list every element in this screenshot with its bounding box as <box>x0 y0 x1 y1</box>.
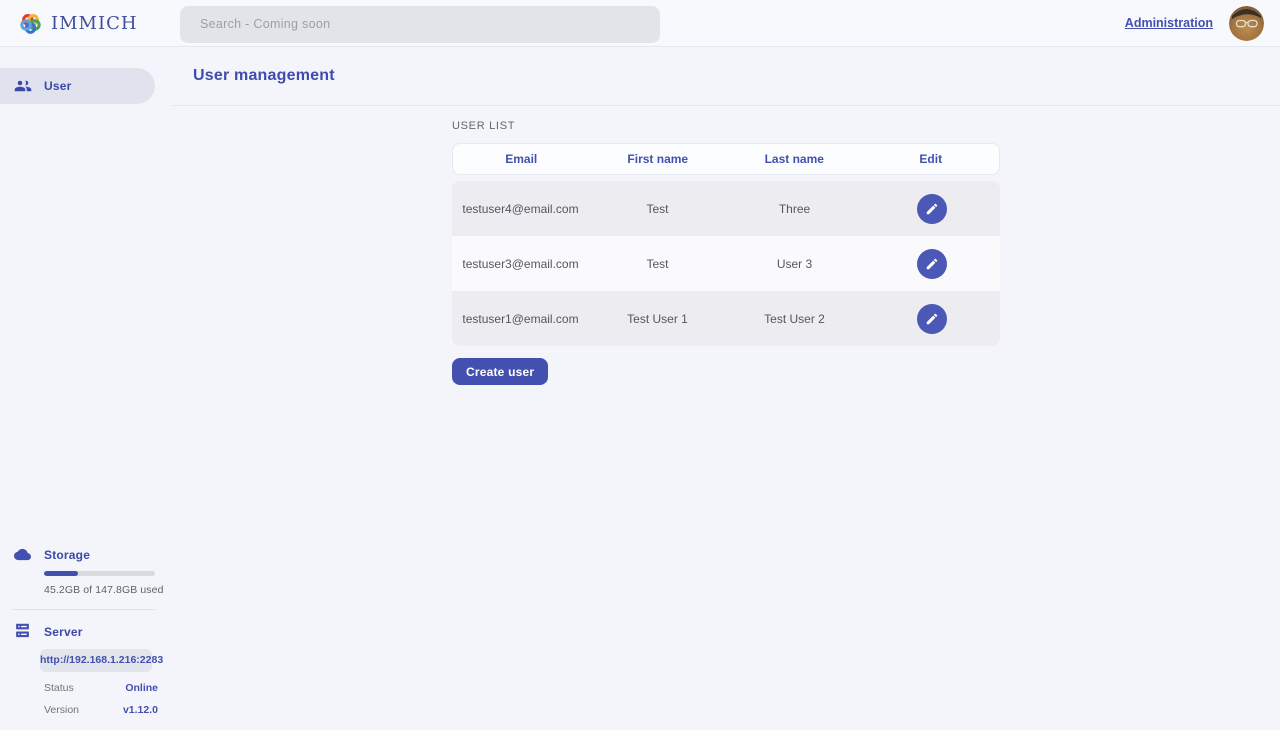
cell-last-name: Three <box>726 202 863 216</box>
edit-user-button[interactable] <box>917 249 947 279</box>
server-section: Server http://192.168.1.216:2283 Status … <box>0 623 172 716</box>
cell-email: testuser4@email.com <box>452 202 589 216</box>
cell-last-name: User 3 <box>726 257 863 271</box>
app-body: User Storage 45.2GB of 147.8GB used <box>0 47 1280 729</box>
header-right: Administration <box>1125 6 1280 41</box>
cell-email: testuser1@email.com <box>452 312 589 326</box>
server-version-row: Version v1.12.0 <box>44 704 158 716</box>
cell-first-name: Test User 1 <box>589 312 726 326</box>
cell-email: testuser3@email.com <box>452 257 589 271</box>
storage-section: Storage 45.2GB of 147.8GB used <box>0 546 172 596</box>
app-title: IMMICH <box>51 13 138 34</box>
storage-title: Storage <box>44 548 90 562</box>
server-status-row: Status Online <box>44 682 158 694</box>
server-rack-icon <box>14 623 31 640</box>
main-content: User management USER LIST EmailFirst nam… <box>172 47 1280 729</box>
server-url-badge: http://192.168.1.216:2283 <box>40 649 152 672</box>
version-label: Version <box>44 704 79 716</box>
version-value: v1.12.0 <box>123 704 158 716</box>
column-header-first-name: First name <box>590 152 727 166</box>
edit-user-button[interactable] <box>917 304 947 334</box>
column-header-last-name: Last name <box>726 152 863 166</box>
search-input[interactable] <box>180 6 660 43</box>
sidebar: User Storage 45.2GB of 147.8GB used <box>0 47 172 729</box>
cloud-icon <box>14 546 31 563</box>
user-avatar[interactable] <box>1229 6 1264 41</box>
cell-first-name: Test <box>589 257 726 271</box>
status-label: Status <box>44 682 74 694</box>
table-body: testuser4@email.comTestThreetestuser3@em… <box>452 181 1000 346</box>
cell-first-name: Test <box>589 202 726 216</box>
table-header-row: EmailFirst nameLast nameEdit <box>452 143 1000 175</box>
pencil-icon <box>925 312 939 326</box>
page-title-bar: User management <box>172 47 1280 106</box>
create-user-button[interactable]: Create user <box>452 358 548 385</box>
column-header-email: Email <box>453 152 590 166</box>
app-header: IMMICH Administration <box>0 0 1280 47</box>
avatar-photo-icon <box>1229 6 1264 41</box>
server-title: Server <box>44 625 83 639</box>
page-title: User management <box>193 67 335 85</box>
storage-usage-text: 45.2GB of 147.8GB used <box>44 584 172 596</box>
table-row: testuser3@email.comTestUser 3 <box>452 236 1000 291</box>
storage-progress-fill <box>44 571 78 576</box>
column-header-edit: Edit <box>863 152 1000 166</box>
section-title: USER LIST <box>452 120 1000 132</box>
users-icon <box>14 77 32 95</box>
sidebar-footer: Storage 45.2GB of 147.8GB used Server ht… <box>0 546 172 729</box>
sidebar-item-label: User <box>44 79 71 93</box>
user-list-panel: USER LIST EmailFirst nameLast nameEdit t… <box>452 118 1000 385</box>
app-logo: IMMICH <box>0 12 180 35</box>
table-row: testuser4@email.comTestThree <box>452 181 1000 236</box>
cell-edit <box>863 194 1000 224</box>
storage-progress-bar <box>44 571 155 576</box>
table-row: testuser1@email.comTest User 1Test User … <box>452 291 1000 346</box>
pencil-icon <box>925 257 939 271</box>
pencil-icon <box>925 202 939 216</box>
edit-user-button[interactable] <box>917 194 947 224</box>
sidebar-divider <box>12 609 155 610</box>
immich-logo-icon <box>19 12 42 35</box>
cell-edit <box>863 249 1000 279</box>
cell-edit <box>863 304 1000 334</box>
status-value: Online <box>125 682 158 694</box>
sidebar-item-user[interactable]: User <box>0 68 155 104</box>
cell-last-name: Test User 2 <box>726 312 863 326</box>
administration-link[interactable]: Administration <box>1125 16 1213 30</box>
